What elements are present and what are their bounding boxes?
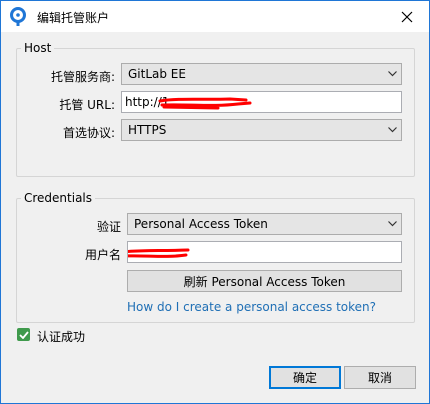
sourcetree-app-icon [9, 7, 27, 27]
cancel-button[interactable]: 取消 [344, 366, 416, 389]
service-value: GitLab EE [128, 67, 186, 81]
window-title: 编辑托管账户 [37, 11, 110, 25]
credentials-legend: Credentials [24, 191, 93, 205]
host-legend: Host [24, 41, 52, 55]
chevron-down-icon [383, 71, 401, 77]
auth-select[interactable]: Personal Access Token [127, 213, 402, 235]
url-field[interactable]: http://1 [121, 91, 402, 113]
username-label: 用户名 [84, 248, 121, 262]
dialog-window: 编辑托管账户 Host 托管服务商: GitLab EE 托管 URL: htt… [0, 0, 430, 404]
refresh-token-button[interactable]: 刷新 Personal Access Token [127, 270, 402, 292]
protocol-value: HTTPS [128, 123, 167, 137]
username-field[interactable] [127, 241, 402, 263]
auth-value: Personal Access Token [134, 217, 268, 231]
auth-label: 验证 [96, 220, 121, 234]
ok-button[interactable]: 确定 [269, 366, 341, 389]
auth-success-checkbox[interactable] [17, 328, 30, 341]
redaction-mark [158, 97, 252, 110]
close-button[interactable] [385, 1, 429, 32]
close-icon [401, 11, 413, 22]
redaction-mark [128, 248, 190, 258]
service-select[interactable]: GitLab EE [121, 63, 402, 85]
protocol-label: 首选协议: [62, 126, 115, 140]
auth-success-label: 认证成功 [37, 330, 86, 344]
title-bar: 编辑托管账户 [1, 1, 429, 32]
help-link[interactable]: How do I create a personal access token? [127, 300, 376, 314]
url-label: 托管 URL: [59, 98, 115, 112]
check-icon [18, 330, 29, 339]
chevron-down-icon [383, 221, 401, 227]
chevron-down-icon [383, 127, 401, 133]
service-label: 托管服务商: [50, 70, 115, 84]
protocol-select[interactable]: HTTPS [121, 119, 402, 141]
